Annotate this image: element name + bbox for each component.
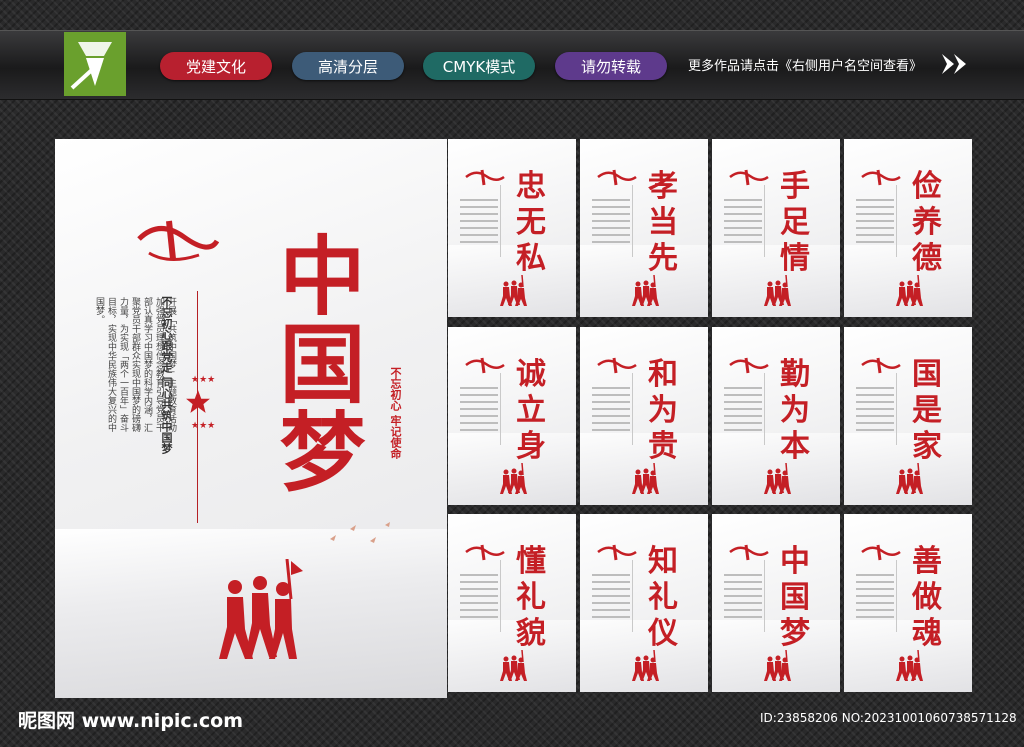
card-divider <box>500 185 501 257</box>
poster-card[interactable]: 手足情 <box>712 139 840 317</box>
poster-card[interactable]: 和为贵 <box>580 327 708 505</box>
big-star-icon <box>186 390 210 413</box>
calligraphy-logo-icon <box>597 169 637 186</box>
card-divider <box>896 373 897 445</box>
card-title: 诚立身 <box>516 357 546 464</box>
pen-icon <box>70 42 112 90</box>
card-divider <box>500 373 501 445</box>
calligraphy-logo-icon <box>465 357 505 374</box>
card-divider <box>764 185 765 257</box>
card-divider <box>764 373 765 445</box>
calligraphy-logo-icon <box>465 544 505 561</box>
marching-figures-icon <box>632 275 659 306</box>
marching-figures-icon <box>896 463 923 494</box>
card-title: 俭养德 <box>912 169 942 276</box>
calligraphy-logo-icon <box>597 357 637 374</box>
calligraphy-logo-icon <box>597 544 637 561</box>
poster-card[interactable]: 孝当先 <box>580 139 708 317</box>
card-text-lines <box>856 387 894 436</box>
card-title: 中国梦 <box>780 544 810 651</box>
china-dream-calligraphy-logo <box>137 220 219 261</box>
poster-card[interactable]: 俭养德 <box>844 139 972 317</box>
card-divider <box>896 185 897 257</box>
card-title: 忠无私 <box>516 169 546 276</box>
marching-figures-icon <box>632 650 659 681</box>
marching-figures-icon <box>500 463 527 494</box>
poster-card[interactable]: 忠无私 <box>448 139 576 317</box>
marching-figures-icon <box>764 275 791 306</box>
card-title: 善做魂 <box>912 544 942 651</box>
poster-card[interactable]: 诚立身 <box>448 327 576 505</box>
card-title: 孝当先 <box>648 169 678 276</box>
card-text-lines <box>460 574 498 623</box>
marching-figures-icon <box>632 463 659 494</box>
site-watermark: 昵图网 www.nipic.com <box>18 710 244 732</box>
calligraphy-logo-icon <box>465 169 505 186</box>
card-text-lines <box>724 199 762 248</box>
marching-figures-icon <box>764 650 791 681</box>
card-title: 勤为本 <box>780 357 810 464</box>
card-divider <box>632 185 633 257</box>
poster-card[interactable]: 善做魂 <box>844 514 972 692</box>
tag-hd-layers[interactable]: 高清分层 <box>292 52 404 80</box>
card-title: 懂礼貌 <box>516 544 546 651</box>
card-text-lines <box>724 387 762 436</box>
card-title: 国是家 <box>912 357 942 464</box>
card-text-lines <box>460 387 498 436</box>
main-poster: 不忘初心跟党走 同心共筑中国梦 开展「共筑中国梦」主题教育活动加强党员理想信念教… <box>55 139 447 698</box>
poster-red-tag: 不忘初心 牢记使命 <box>389 367 402 459</box>
card-text-lines <box>724 574 762 623</box>
marching-figures-icon <box>896 650 923 681</box>
doves-icon <box>330 522 390 543</box>
card-text-lines <box>856 199 894 248</box>
card-divider <box>896 560 897 632</box>
poster-card[interactable]: 勤为本 <box>712 327 840 505</box>
card-text-lines <box>592 387 630 436</box>
poster-title: 中国梦 <box>264 231 365 495</box>
card-title: 和为贵 <box>648 357 678 464</box>
poster-body-text: 开展「共筑中国梦」主题教育活动加强党员理想信念教育引导党员干部认真学习中国梦的科… <box>94 297 176 432</box>
card-title: 手足情 <box>780 169 810 276</box>
marching-figures-icon <box>500 650 527 681</box>
marching-figures-icon <box>764 463 791 494</box>
poster-card[interactable]: 中国梦 <box>712 514 840 692</box>
card-divider <box>632 560 633 632</box>
marching-figures-icon <box>500 275 527 306</box>
calligraphy-logo-icon <box>729 169 769 186</box>
calligraphy-logo-icon <box>729 357 769 374</box>
tag-cmyk[interactable]: CMYK模式 <box>423 52 535 80</box>
poster-card[interactable]: 国是家 <box>844 327 972 505</box>
card-text-lines <box>856 574 894 623</box>
card-text-lines <box>592 199 630 248</box>
card-title: 知礼仪 <box>648 544 678 651</box>
site-logo[interactable] <box>64 32 126 96</box>
card-divider <box>764 560 765 632</box>
calligraphy-logo-icon <box>729 544 769 561</box>
stars-bottom: ★★★ <box>191 421 216 431</box>
card-text-lines <box>592 574 630 623</box>
calligraphy-logo-icon <box>861 357 901 374</box>
card-divider <box>632 373 633 445</box>
poster-card[interactable]: 懂礼貌 <box>448 514 576 692</box>
marching-figures-icon <box>896 275 923 306</box>
card-divider <box>500 560 501 632</box>
more-works-hint[interactable]: 更多作品请点击《右侧用户名空间查看》 <box>688 55 922 74</box>
poster-card[interactable]: 知礼仪 <box>580 514 708 692</box>
marching-figures-icon <box>219 559 303 659</box>
card-text-lines <box>460 199 498 248</box>
calligraphy-logo-icon <box>861 544 901 561</box>
tag-party-culture[interactable]: 党建文化 <box>160 52 272 80</box>
calligraphy-logo-icon <box>861 169 901 186</box>
image-id: ID:23858206 NO:20231001060738571128 <box>760 711 1017 725</box>
double-arrow-icon[interactable] <box>940 50 970 78</box>
stars-top: ★★★ <box>191 375 216 385</box>
tag-no-repost[interactable]: 请勿转载 <box>555 52 667 80</box>
